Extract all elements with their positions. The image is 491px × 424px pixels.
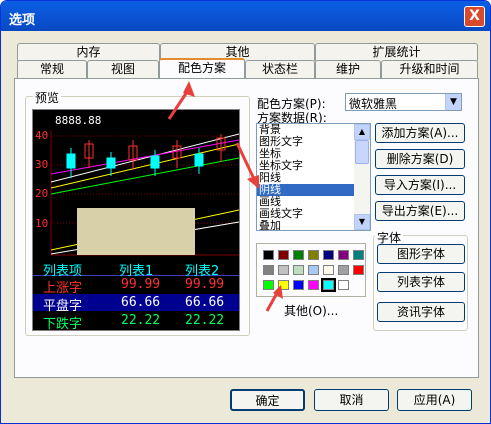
tab-label: 内存 <box>76 45 101 59</box>
close-icon: X <box>469 8 480 24</box>
tab-general[interactable]: 常规 <box>17 60 87 78</box>
other-color-button[interactable]: 其他(O)... <box>284 302 338 319</box>
color-swatch[interactable] <box>278 250 289 260</box>
tab-extended-stats[interactable]: 扩展统计 <box>315 43 478 61</box>
options-window: 选项 X 内存 其他 扩展统计 常规 视图 状态栏 维护 升级和时间 配色方案 … <box>0 0 491 424</box>
color-swatch[interactable] <box>321 278 336 292</box>
list-header-row: 列表项 列表1 列表2 <box>33 259 239 279</box>
list-row-flat: 平盘字 66.66 66.66 <box>33 294 239 314</box>
scroll-down-icon[interactable]: ▼ <box>354 214 370 230</box>
apply-button[interactable]: 应用(A) <box>397 389 472 411</box>
tab-color-scheme[interactable]: 配色方案 <box>159 58 245 78</box>
scheme-select[interactable]: 微软雅黑 ▼ <box>345 93 462 111</box>
import-scheme-button[interactable]: 导入方案(I)... <box>375 175 465 195</box>
export-scheme-button[interactable]: 导出方案(E)... <box>375 201 465 221</box>
row-value: 99.99 <box>121 277 161 292</box>
preview-list: 列表项 列表1 列表2 上涨字 99.99 99.99 平盘字 66.66 66… <box>33 259 239 332</box>
delete-scheme-button[interactable]: 删除方案(D) <box>375 149 465 169</box>
tab-label: 视图 <box>110 62 135 76</box>
y-tick-30: 30 <box>35 158 48 171</box>
scroll-up-icon[interactable]: ▲ <box>354 124 370 140</box>
color-swatch[interactable] <box>323 265 334 275</box>
tab-label: 维护 <box>335 62 360 76</box>
tab-statusbar[interactable]: 状态栏 <box>245 60 315 78</box>
color-palette <box>256 243 366 297</box>
color-swatch[interactable] <box>263 280 274 290</box>
tab-maintenance[interactable]: 维护 <box>315 60 381 78</box>
y-tick-20: 20 <box>35 187 48 200</box>
close-button[interactable]: X <box>464 6 485 27</box>
row-value: 66.66 <box>121 295 161 310</box>
list-row-down: 下跌字 22.22 22.22 <box>33 312 239 332</box>
color-swatch[interactable] <box>293 250 304 260</box>
row-value: 22.22 <box>185 313 225 328</box>
color-swatch[interactable] <box>353 265 364 275</box>
tab-label: 扩展统计 <box>372 45 421 59</box>
scroll-thumb[interactable] <box>355 140 369 164</box>
tab-label: 常规 <box>39 62 64 76</box>
scheme-data-items: 背景 图形文字 坐标 坐标文字 阳线 阴线 画线 画线文字 叠加 <box>257 124 355 231</box>
list-row-up: 上涨字 99.99 99.99 <box>33 276 239 296</box>
price-label: 8888.88 <box>55 114 101 127</box>
y-tick-10: 10 <box>35 217 48 230</box>
tab-label: 其他 <box>225 45 250 59</box>
tab-view[interactable]: 视图 <box>87 60 159 78</box>
chevron-down-icon[interactable]: ▼ <box>445 94 461 110</box>
color-swatch[interactable] <box>293 265 304 275</box>
color-swatch[interactable] <box>263 265 274 275</box>
row-value: 66.66 <box>185 295 225 310</box>
y-tick-40: 40 <box>35 129 48 142</box>
color-swatch[interactable] <box>278 280 289 290</box>
title-bar: 选项 X <box>1 1 490 31</box>
tab-memory[interactable]: 内存 <box>17 43 160 61</box>
scheme-data-list[interactable]: 背景 图形文字 坐标 坐标文字 阳线 阴线 画线 画线文字 叠加 ▲ ▼ <box>256 123 371 231</box>
list-font-button[interactable]: 列表字体 <box>377 272 465 292</box>
ok-button[interactable]: 确定 <box>230 389 305 411</box>
tab-upgrade-time[interactable]: 升级和时间 <box>381 60 478 78</box>
scheme-value: 微软雅黑 <box>349 97 398 111</box>
color-swatch[interactable] <box>338 265 349 275</box>
row-value: 99.99 <box>185 277 225 292</box>
preview-chart: 40 30 20 10 8888.88 列表项 列表1 列表2 上涨字 99.9… <box>32 109 240 332</box>
window-title: 选项 <box>9 13 36 28</box>
color-swatch[interactable] <box>308 250 319 260</box>
add-scheme-button[interactable]: 添加方案(A)... <box>375 123 465 143</box>
color-swatch[interactable] <box>353 250 364 260</box>
info-font-button[interactable]: 资讯字体 <box>377 302 465 322</box>
row-label: 下跌字 <box>43 317 83 332</box>
scheme-data-scrollbar[interactable]: ▲ ▼ <box>354 124 370 230</box>
color-swatch[interactable] <box>338 280 349 290</box>
cancel-button[interactable]: 取消 <box>314 389 389 411</box>
color-swatch[interactable] <box>278 265 289 275</box>
color-swatch[interactable] <box>293 280 304 290</box>
row-value: 22.22 <box>121 313 161 328</box>
graph-font-button[interactable]: 图形字体 <box>377 244 465 264</box>
color-swatch[interactable] <box>338 250 349 260</box>
scheme-data-item[interactable]: 叠加 <box>257 220 355 231</box>
color-swatch[interactable] <box>308 280 319 290</box>
color-swatch[interactable] <box>308 265 319 275</box>
preview-label: 预览 <box>33 89 62 106</box>
color-swatch[interactable] <box>323 250 334 260</box>
tab-label: 状态栏 <box>261 62 298 76</box>
color-swatch[interactable] <box>263 250 274 260</box>
tab-label: 配色方案 <box>177 61 226 75</box>
tab-label: 升级和时间 <box>399 62 460 76</box>
